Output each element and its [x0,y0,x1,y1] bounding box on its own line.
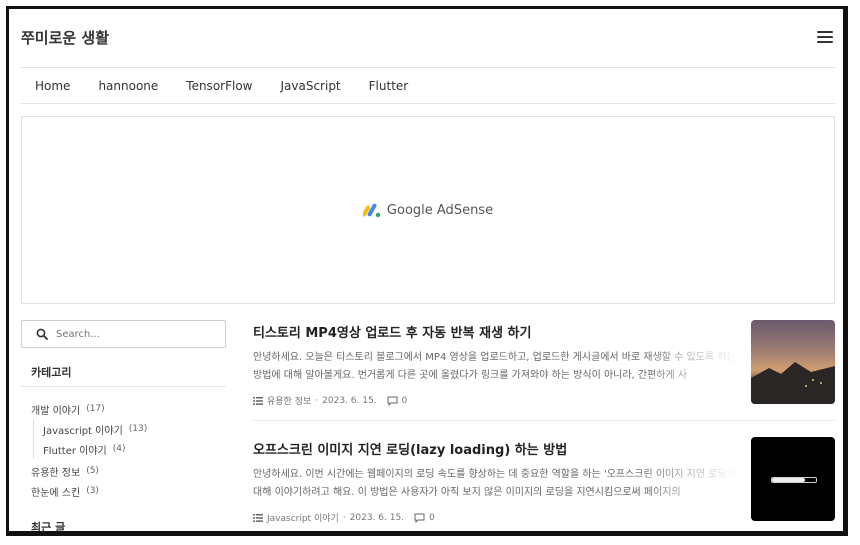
category-item-useful-info[interactable]: 유용한 정보 (5) [31,461,226,481]
search-box[interactable] [21,320,226,348]
post-text: 오프스크린 이미지 지연 로딩(lazy loading) 하는 방법 안녕하세… [253,437,739,524]
comment-count: 0 [429,512,435,523]
search-icon [36,328,48,340]
site-title[interactable]: 쭈미로운 생활 [21,27,109,48]
category-item-skin[interactable]: 한눈에 스킨 (3) [31,481,226,501]
list-icon [253,396,263,405]
post-thumbnail[interactable] [751,437,835,521]
ad-banner[interactable]: Google AdSense [21,116,835,304]
list-icon [253,513,263,522]
recent-posts-title: 최근 글 [31,521,66,534]
adsense-text: Google AdSense [386,202,494,218]
meta-separator: · [315,395,319,406]
nav-item-flutter[interactable]: Flutter [369,79,409,93]
category-count: (4) [112,444,126,454]
nav-item-hannoone[interactable]: hannoone [98,79,158,93]
post-title[interactable]: 오프스크린 이미지 지연 로딩(lazy loading) 하는 방법 [253,439,739,458]
category-divider [21,386,226,387]
post-date: 2023. 6. 15. [349,512,405,523]
post-thumbnail[interactable] [751,320,835,404]
loading-progress-fill [772,478,805,482]
post-text: 티스토리 MP4영상 업로드 후 자동 반복 재생 하기 안녕하세요. 오늘은 … [253,320,739,407]
adsense-logo: Google AdSense [362,202,494,218]
subcategory-list: Javascript 이야기 (13) Flutter 이야기 (4) [33,419,226,459]
adsense-logo-icon [362,203,381,218]
hamburger-menu-icon[interactable] [817,31,833,43]
category-count: (5) [86,466,99,476]
post-category[interactable]: 유용한 정보 [267,394,311,407]
search-input[interactable] [54,327,208,341]
nav-item-javascript[interactable]: JavaScript [280,79,340,93]
post-list: 티스토리 MP4영상 업로드 후 자동 반복 재생 하기 안녕하세요. 오늘은 … [253,320,835,531]
sidebar: 카테고리 개발 이야기(17) Javascript 이야기(13) Flutt… [21,320,226,534]
post-meta: Javascript 이야기 · 2023. 6. 15. 0 [253,511,739,524]
category-count: (3) [86,486,99,496]
comment-icon [414,513,425,523]
nav-item-home[interactable]: Home [35,79,70,93]
post-item[interactable]: 오프스크린 이미지 지연 로딩(lazy loading) 하는 방법 안녕하세… [253,420,835,524]
main-nav: Home hannoone TensorFlow JavaScript Flut… [21,67,835,104]
category-item-javascript[interactable]: Javascript 이야기 (13) [43,419,226,439]
post-meta: 유용한 정보 · 2023. 6. 15. 0 [253,394,739,407]
mountain-landscape-image [751,362,835,404]
post-title[interactable]: 티스토리 MP4영상 업로드 후 자동 반복 재생 하기 [253,322,739,341]
post-category[interactable]: Javascript 이야기 [267,511,339,524]
post-item[interactable]: 티스토리 MP4영상 업로드 후 자동 반복 재생 하기 안녕하세요. 오늘은 … [253,320,835,407]
content-row: 카테고리 개발 이야기(17) Javascript 이야기(13) Flutt… [21,320,835,534]
comment-count: 0 [401,395,408,406]
comment-icon [387,396,398,406]
nav-item-tensorflow[interactable]: TensorFlow [186,79,252,93]
site-header: 쭈미로운 생활 [21,9,835,65]
loading-progress-bar [771,477,817,483]
category-count: (13) [128,424,148,434]
category-item-flutter[interactable]: Flutter 이야기 (4) [43,439,226,459]
category-title: 카테고리 [31,366,72,379]
meta-separator: · [342,512,346,523]
post-excerpt: 안녕하세요. 오늘은 티스토리 블로그에서 MP4 영상을 업로드하고, 업로드… [253,352,736,381]
category-count: (17) [86,404,105,414]
post-excerpt: 안녕하세요. 이번 시간에는 웹페이지의 로딩 속도를 향상하는 데 중요한 역… [253,469,739,498]
category-list: 개발 이야기 (17) Javascript 이야기 (13) Flutter 이야… [31,399,226,501]
post-date: 2023. 6. 15. [322,395,377,406]
category-item-dev[interactable]: 개발 이야기 (17) [31,399,226,419]
page: 쭈미로운 생활 Home hannoone TensorFlow JavaScr… [21,9,835,534]
browser-frame: 쭈미로운 생활 Home hannoone TensorFlow JavaScr… [6,6,848,536]
